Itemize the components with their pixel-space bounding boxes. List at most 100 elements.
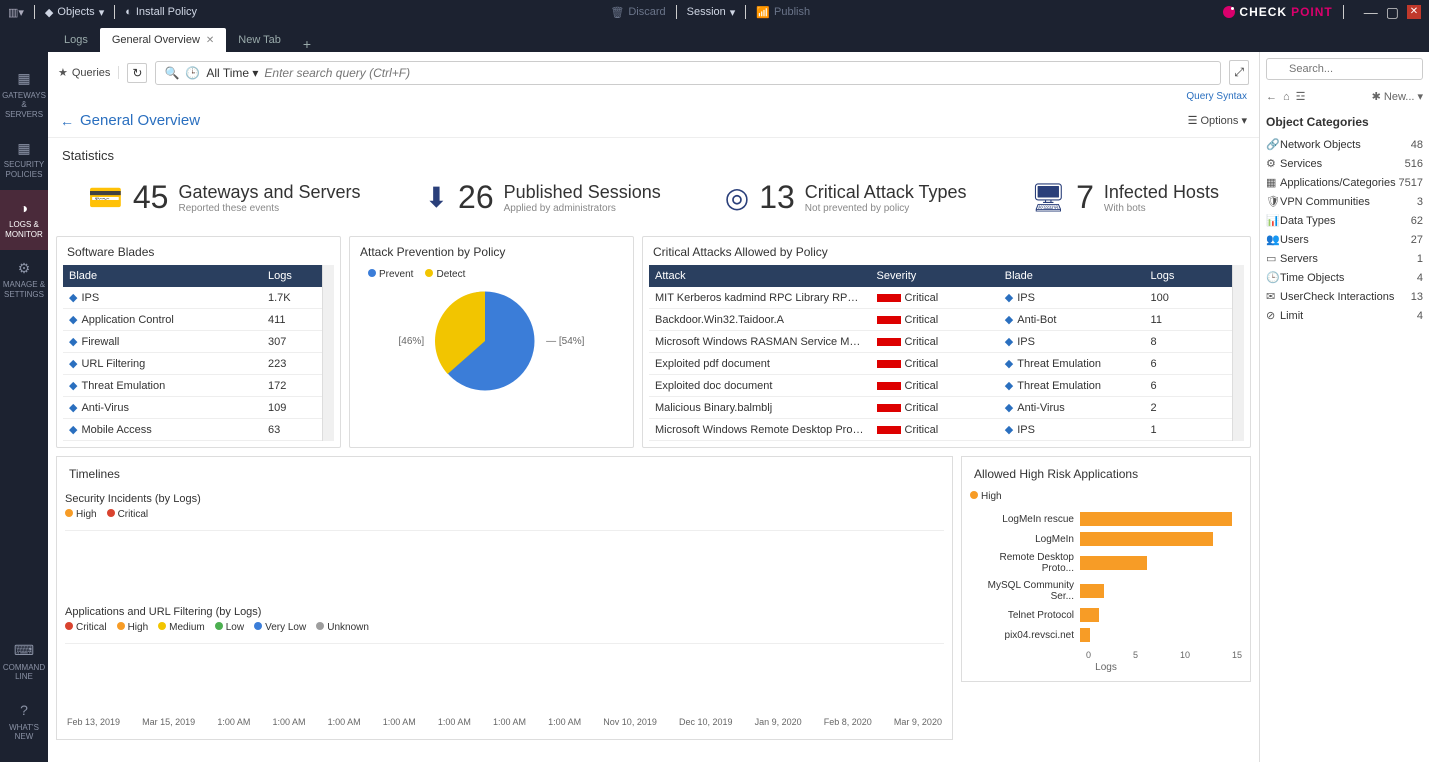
legend-dot-icon [158, 622, 166, 630]
close-button[interactable]: ✕ [1407, 5, 1421, 19]
category-item[interactable]: ▭Servers1 [1266, 249, 1423, 268]
category-item[interactable]: 🛡VPN Communities3 [1266, 192, 1423, 211]
discard-button[interactable]: 🗑 Discard [610, 6, 665, 19]
close-tab-icon[interactable]: ✕ [206, 35, 214, 46]
separator [745, 5, 746, 19]
blade-icon: ◆ [69, 424, 77, 436]
blade-icon: ◆ [69, 380, 77, 392]
minimize-button[interactable]: — [1364, 5, 1378, 19]
bar-label: LogMeIn [970, 534, 1080, 545]
separator [1343, 5, 1344, 19]
category-item[interactable]: ▦Applications/Categories7517 [1266, 173, 1423, 192]
time-filter-dropdown[interactable]: All Time ▾ [206, 66, 258, 80]
nav-security-policies[interactable]: ▦SECURITY POLICIES [0, 130, 48, 190]
category-item[interactable]: 🔗Network Objects48 [1266, 135, 1423, 154]
favorite-queries[interactable]: ★Queries [58, 66, 119, 79]
table-row[interactable]: ◆Firewall307 [63, 331, 322, 353]
legend-dot-icon [117, 622, 125, 630]
publish-button[interactable]: 📶 Publish [756, 6, 810, 19]
export-button[interactable]: ⤢ [1229, 60, 1249, 85]
nav-list-icon[interactable]: ☲ [1296, 90, 1306, 103]
back-button[interactable]: ← [60, 113, 74, 129]
scrollbar[interactable] [1232, 265, 1244, 441]
nav-command-line[interactable]: ⌨COMMAND LINE [0, 632, 48, 692]
axis-tick: 0 [1086, 650, 1091, 660]
legend-item: Prevent [368, 269, 413, 280]
stat-icon: 💳 [88, 181, 123, 214]
table-row[interactable]: Malicious Binary.balmbljCritical◆Anti-Vi… [649, 397, 1232, 419]
software-blades-table: BladeLogs ◆IPS1.7K◆Application Control41… [63, 265, 322, 441]
table-row[interactable]: Microsoft Windows RASMAN Service Memory … [649, 331, 1232, 353]
pie-chart [430, 286, 540, 396]
timelines-title: Timelines [65, 465, 944, 487]
nav-back-icon[interactable]: ← [1266, 91, 1277, 103]
table-row[interactable]: ◆Anti-Virus109 [63, 397, 322, 419]
category-count: 27 [1411, 234, 1423, 246]
blade-icon: ◆ [69, 358, 77, 370]
table-header-row: Attack Severity Blade Logs [649, 265, 1232, 287]
policies-icon: ▦ [2, 140, 46, 157]
legend-dot-icon [107, 509, 115, 517]
nav-manage-settings[interactable]: ⚙MANAGE & SETTINGS [0, 250, 48, 310]
clock-icon[interactable]: 🕒 [185, 66, 200, 80]
table-row[interactable]: ◆URL Filtering223 [63, 353, 322, 375]
category-item[interactable]: 📊Data Types62 [1266, 211, 1423, 230]
bar-row: MySQL Community Ser... [970, 580, 1242, 602]
axis-tick: Feb 13, 2019 [67, 717, 120, 727]
category-icon: 🕒 [1266, 271, 1280, 284]
category-item[interactable]: ✉UserCheck Interactions13 [1266, 287, 1423, 306]
tab-general-overview[interactable]: General Overview✕ [100, 28, 226, 52]
objects-menu[interactable]: ◆ Objects ▾ [45, 6, 104, 19]
app-menu-icon[interactable]: ▥▾ [8, 6, 24, 19]
nav-logs-monitor[interactable]: ◑LOGS & MONITOR [0, 190, 48, 250]
critical-attacks-panel: Critical Attacks Allowed by Policy Attac… [642, 236, 1251, 448]
table-row[interactable]: Exploited doc documentCritical◆Threat Em… [649, 375, 1232, 397]
table-row[interactable]: ◆Mobile Access63 [63, 419, 322, 441]
critical-attacks-title: Critical Attacks Allowed by Policy [649, 243, 1244, 265]
table-row[interactable]: Exploited pdf documentCritical◆Threat Em… [649, 353, 1232, 375]
axis-tick: Mar 15, 2019 [142, 717, 195, 727]
query-syntax-link[interactable]: Query Syntax [1186, 91, 1247, 102]
bar-row: LogMeIn [970, 532, 1242, 546]
bar-row: Remote Desktop Proto... [970, 552, 1242, 574]
session-label: Session [687, 6, 726, 18]
whatsnew-icon: ? [2, 702, 46, 719]
tab-new-tab[interactable]: New Tab [226, 28, 293, 52]
nav-home-icon[interactable]: ⌂ [1283, 91, 1290, 103]
nav-gateways[interactable]: ▦GATEWAYS & SERVERS [0, 60, 48, 130]
session-menu[interactable]: Session ▾ [687, 6, 736, 19]
stat-value: 45 [133, 179, 169, 216]
logs-icon: ◑ [2, 200, 46, 217]
window-controls: — ▢ ✕ [1364, 5, 1421, 19]
category-item[interactable]: 🕒Time Objects4 [1266, 268, 1423, 287]
options-menu[interactable]: ☰ Options ▾ [1188, 114, 1247, 127]
table-row[interactable]: Backdoor.Win32.Taidoor.ACritical◆Anti-Bo… [649, 309, 1232, 331]
blade-icon: ◆ [69, 292, 77, 304]
category-item[interactable]: 👥Users27 [1266, 230, 1423, 249]
nav-whats-new[interactable]: ?WHAT'S NEW [0, 692, 48, 752]
bar-fill [1080, 532, 1213, 546]
table-row[interactable]: ◆Application Control411 [63, 309, 322, 331]
table-row[interactable]: ◆Threat Emulation172 [63, 375, 322, 397]
stat-title: Gateways and Servers [178, 182, 360, 203]
blade-icon: ◆ [1005, 380, 1013, 392]
category-item[interactable]: ⊘Limit4 [1266, 306, 1423, 325]
tab-logs[interactable]: Logs [52, 28, 100, 52]
search-input[interactable] [264, 66, 1212, 80]
refresh-button[interactable]: ↻ [127, 63, 147, 83]
scrollbar[interactable] [322, 265, 334, 441]
object-search-input[interactable] [1266, 58, 1423, 80]
table-row[interactable]: MIT Kerberos kadmind RPC Library RPCSEC_… [649, 287, 1232, 309]
new-object-button[interactable]: ✱ New... ▾ [1372, 90, 1423, 103]
legend-dot-icon [316, 622, 324, 630]
legend-dot-icon [425, 269, 433, 277]
stat-value: 26 [458, 179, 494, 216]
statistics-heading: Statistics [56, 138, 1251, 169]
category-item[interactable]: ⚙Services516 [1266, 154, 1423, 173]
add-tab-button[interactable]: + [293, 36, 321, 52]
table-row[interactable]: ◆IPS1.7K [63, 287, 322, 309]
install-policy-button[interactable]: ◐ Install Policy [125, 6, 197, 18]
table-row[interactable]: Microsoft Windows Remote Desktop Protoco… [649, 419, 1232, 441]
maximize-button[interactable]: ▢ [1386, 5, 1399, 19]
stat-icon: 🖥 [1031, 181, 1067, 214]
